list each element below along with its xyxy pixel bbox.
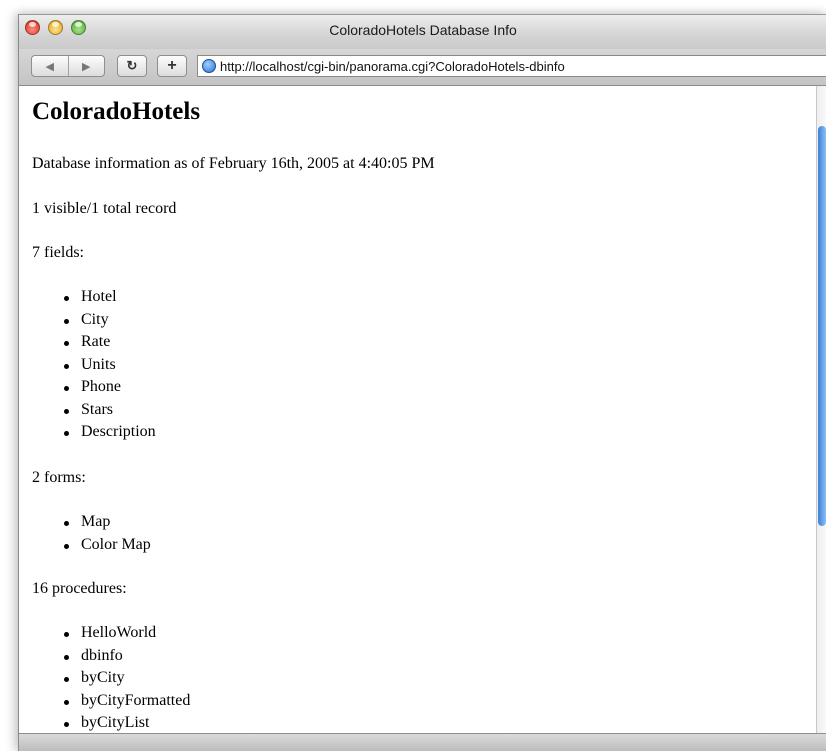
- database-info-line: Database information as of February 16th…: [32, 155, 435, 172]
- add-bookmark-button[interactable]: +: [157, 55, 187, 77]
- window-title: ColoradoHotels Database Info: [329, 22, 517, 38]
- forms-list: Map Color Map: [59, 511, 151, 556]
- reload-button[interactable]: ↻: [117, 55, 147, 77]
- reload-icon: ↻: [126, 58, 138, 73]
- back-arrow-icon[interactable]: ◀: [32, 60, 68, 73]
- page-heading: ColoradoHotels: [32, 98, 201, 125]
- plus-icon: +: [167, 57, 177, 74]
- field-list-item: Hotel: [59, 286, 156, 309]
- scrollbar-thumb[interactable]: [818, 126, 826, 526]
- globe-icon: [202, 59, 216, 73]
- procedure-list-item: byCity: [59, 667, 190, 690]
- procedure-list-item: byCityList: [59, 712, 190, 734]
- browser-toolbar: ◀ ▶ ↻ + http://localhost/cgi-bin/panoram…: [19, 49, 826, 86]
- fields-list: Hotel City Rate Units Phone Stars Description: [59, 286, 156, 444]
- back-forward-buttons: ◀ ▶: [31, 55, 105, 77]
- record-count-line: 1 visible/1 total record: [32, 200, 177, 217]
- form-list-item: Color Map: [59, 534, 151, 557]
- title-bar: ColoradoHotels Database Info: [19, 15, 826, 50]
- field-list-item: City: [59, 309, 156, 332]
- status-bar: [19, 733, 826, 751]
- field-list-item: Units: [59, 354, 156, 377]
- address-bar[interactable]: http://localhost/cgi-bin/panorama.cgi?Co…: [197, 55, 826, 77]
- browser-window: ColoradoHotels Database Info ◀ ▶ ↻ + htt…: [18, 14, 826, 751]
- form-list-item: Map: [59, 511, 151, 534]
- procedures-list: HelloWorld dbinfo byCity byCityFormatted byC…: [59, 622, 190, 734]
- field-list-item: Phone: [59, 376, 156, 399]
- fields-label: 7 fields:: [32, 244, 84, 261]
- procedure-list-item: dbinfo: [59, 645, 190, 668]
- procedure-list-item: byCityFormatted: [59, 690, 190, 713]
- vertical-scrollbar[interactable]: [816, 86, 826, 734]
- procedure-list-item: HelloWorld: [59, 622, 190, 645]
- field-list-item: Stars: [59, 399, 156, 422]
- field-list-item: Description: [59, 421, 156, 444]
- procedures-label: 16 procedures:: [32, 580, 127, 597]
- page-content: ColoradoHotels Database information as o…: [19, 86, 817, 734]
- forward-arrow-icon[interactable]: ▶: [69, 60, 105, 73]
- url-text: http://localhost/cgi-bin/panorama.cgi?Co…: [220, 58, 565, 74]
- forms-label: 2 forms:: [32, 469, 86, 486]
- field-list-item: Rate: [59, 331, 156, 354]
